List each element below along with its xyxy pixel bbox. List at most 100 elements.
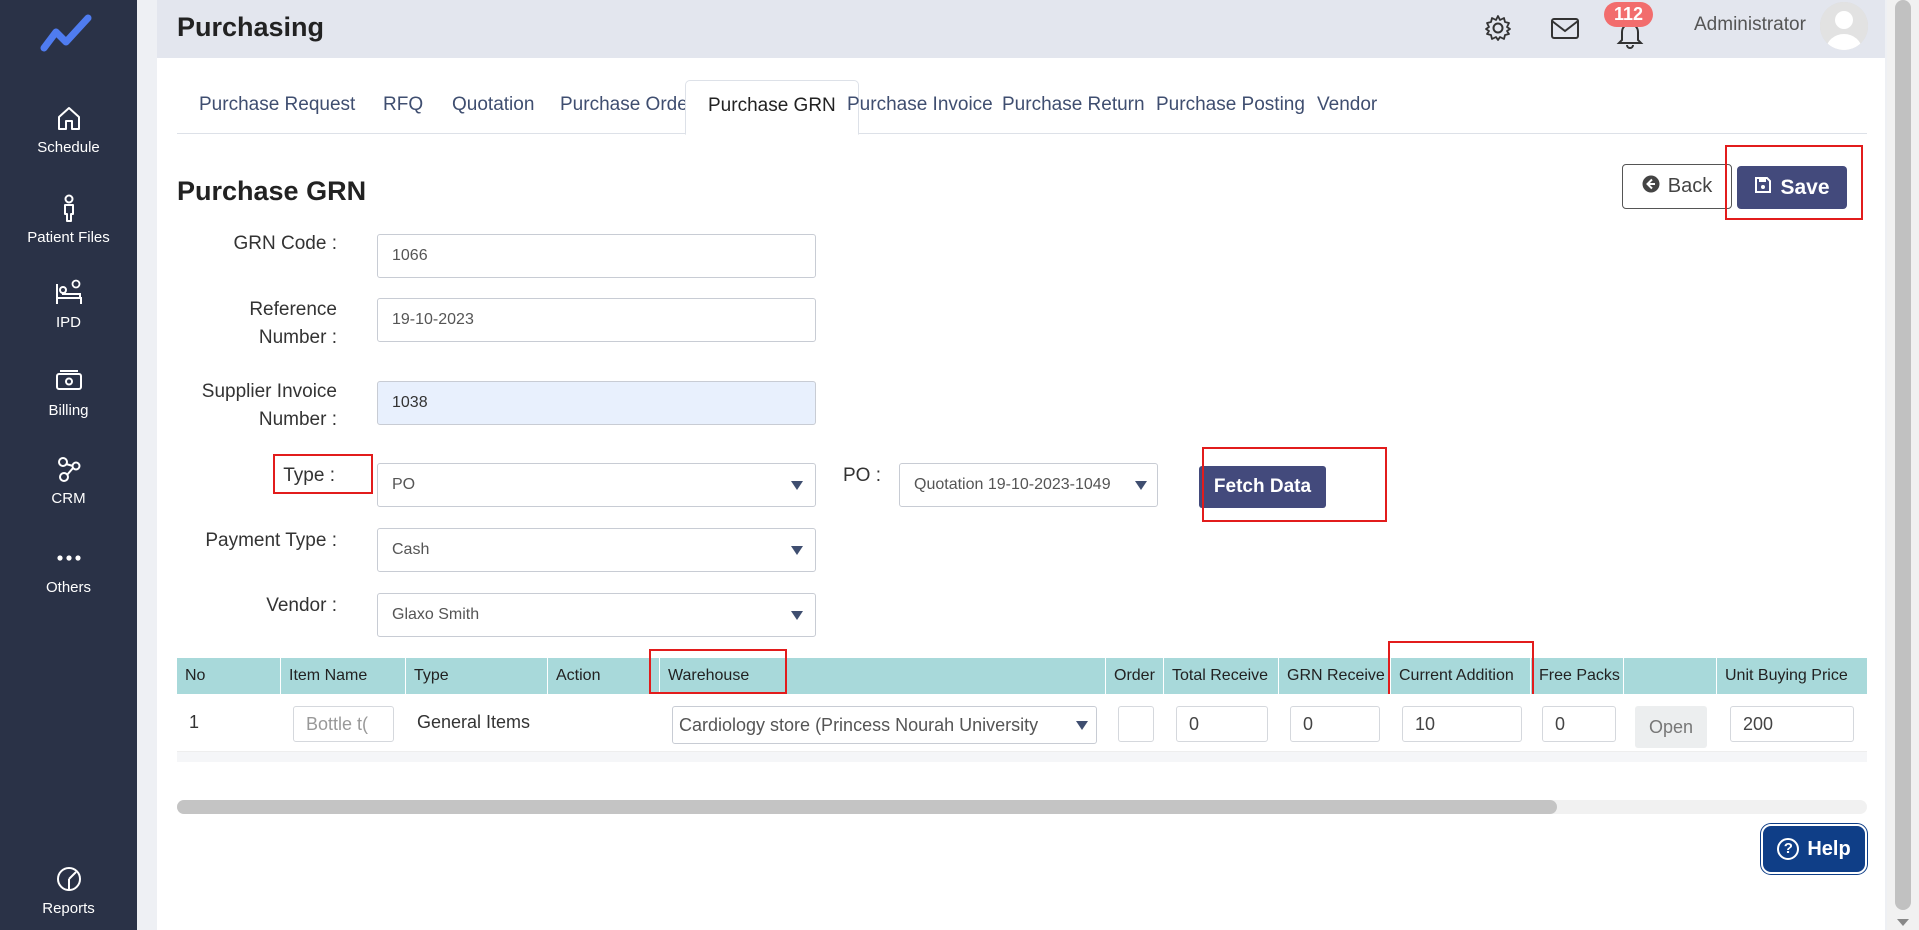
col-header-unit-buying-price: Unit Buying Price <box>1725 667 1848 684</box>
sidebar-item-label: IPD <box>55 314 81 331</box>
home-icon <box>54 103 84 133</box>
question-circle-icon: ? <box>1777 838 1800 860</box>
chevron-down-icon <box>791 546 803 555</box>
settings-gear-icon[interactable] <box>1482 12 1514 44</box>
sidebar-item-schedule[interactable]: Schedule <box>0 103 137 156</box>
back-label: Back <box>1667 175 1713 197</box>
col-header-blank <box>1624 658 1717 694</box>
vendor-label-wrap: Vendor : <box>177 592 337 622</box>
page-title: Purchasing <box>177 12 325 42</box>
arrow-left-circle-icon <box>1642 175 1660 199</box>
highlight-box-warehouse <box>649 649 787 694</box>
sidebar-item-billing[interactable]: Billing <box>0 366 137 419</box>
highlight-box-save <box>1725 145 1863 220</box>
scroll-down-arrow-icon[interactable] <box>1897 919 1909 926</box>
sidebar-item-label: Others <box>45 579 91 596</box>
reference-label-line1: Reference <box>249 299 337 320</box>
app-logo[interactable] <box>40 12 96 56</box>
chevron-down-icon <box>1135 481 1147 490</box>
sidebar-item-crm[interactable]: CRM <box>0 454 137 507</box>
sidebar-item-label: Billing <box>48 402 89 419</box>
po-select-value: Quotation 19-10-2023-1049 <box>914 476 1111 493</box>
scrollbar-thumb[interactable] <box>1895 0 1911 910</box>
chevron-down-icon <box>1076 721 1088 730</box>
col-header-total-receive: Total Receive <box>1164 658 1279 694</box>
help-label: Help <box>1807 837 1851 860</box>
warehouse-value: Cardiology store (Princess Nourah Univer… <box>679 715 1039 735</box>
open-button[interactable]: Open <box>1635 706 1707 748</box>
row-no: 1 <box>189 712 200 732</box>
unit-buying-price-field[interactable]: 200 <box>1730 706 1854 742</box>
order-field[interactable] <box>1118 706 1154 742</box>
highlight-box-type <box>273 454 373 494</box>
highlight-box-current-addition <box>1388 641 1534 699</box>
tab-purchase-request[interactable]: Purchase Request <box>177 80 377 134</box>
sidebar-item-label: CRM <box>51 490 86 507</box>
sidebar-item-ipd[interactable]: IPD <box>0 278 137 331</box>
vendor-select[interactable]: Glaxo Smith <box>377 593 816 637</box>
money-icon <box>54 366 84 396</box>
col-header-action: Action <box>548 658 660 694</box>
vendor-label: Vendor : <box>266 595 337 616</box>
help-button[interactable]: ? Help <box>1761 824 1867 874</box>
section-title: Purchase GRN <box>177 176 367 206</box>
item-name-field[interactable]: Bottle t( <box>293 706 394 742</box>
vendor-value: Glaxo Smith <box>392 606 480 623</box>
po-label: PO : <box>843 465 882 486</box>
top-header: Purchasing 112 Administrator <box>157 0 1885 58</box>
supplier-invoice-field[interactable]: 1038 <box>377 381 816 425</box>
tab-bar: Purchase Request RFQ Quotation Purchase … <box>177 80 1867 135</box>
grn-code-field[interactable]: 1066 <box>377 234 816 278</box>
payment-label-wrap: Payment Type : <box>177 527 337 557</box>
scrollbar-thumb[interactable] <box>177 800 1557 814</box>
sidebar-item-reports[interactable]: Reports <box>0 864 137 917</box>
person-icon <box>54 193 84 223</box>
table-row: 1 Bottle t( General Items Cardiology sto… <box>177 694 1867 752</box>
pie-chart-icon <box>54 864 84 894</box>
chevron-down-icon <box>791 611 803 620</box>
mail-icon[interactable] <box>1549 12 1581 44</box>
sidebar: Schedule Patient Files IPD Billing CRM O… <box>0 0 137 930</box>
reference-label-wrap: Reference Number : <box>177 296 337 356</box>
total-receive-field[interactable]: 0 <box>1176 706 1268 742</box>
supplier-label-wrap: Supplier Invoice Number : <box>177 378 337 438</box>
payment-type-label: Payment Type : <box>205 530 337 551</box>
payment-type-value: Cash <box>392 541 430 558</box>
avatar[interactable] <box>1820 2 1868 50</box>
table-footer <box>177 752 1867 762</box>
sidebar-item-patient-files[interactable]: Patient Files <box>0 193 137 246</box>
supplier-label-line1: Supplier Invoice <box>201 381 337 402</box>
sidebar-item-label: Reports <box>42 900 95 917</box>
col-header-order: Order <box>1106 658 1164 694</box>
sidebar-item-others[interactable]: Others <box>0 543 137 596</box>
highlight-box-fetch <box>1202 447 1387 522</box>
sidebar-item-label: Schedule <box>37 139 100 156</box>
tab-vendor[interactable]: Vendor <box>1295 80 1399 134</box>
horizontal-scrollbar[interactable] <box>177 800 1867 814</box>
col-header-no: No <box>177 658 281 694</box>
warehouse-select[interactable]: Cardiology store (Princess Nourah Univer… <box>672 706 1097 744</box>
grn-code-label-wrap: GRN Code : <box>177 230 337 260</box>
row-type: General Items <box>417 712 531 732</box>
user-name[interactable]: Administrator <box>1694 14 1806 36</box>
reference-number-field[interactable]: 19-10-2023 <box>377 298 816 342</box>
network-icon <box>54 454 84 484</box>
type-select[interactable]: PO <box>377 463 816 507</box>
col-header-grn-receive: GRN Receive <box>1279 658 1391 694</box>
payment-type-select[interactable]: Cash <box>377 528 816 572</box>
type-select-value: PO <box>392 476 416 493</box>
sidebar-item-label: Patient Files <box>27 229 110 246</box>
free-packs-field[interactable]: 0 <box>1542 706 1616 742</box>
reference-label-line2: Number : <box>258 327 337 348</box>
col-header-type: Type <box>406 658 548 694</box>
more-icon <box>54 543 84 573</box>
back-button[interactable]: Back <box>1622 164 1732 209</box>
vertical-scrollbar[interactable] <box>1887 0 1919 930</box>
chevron-down-icon <box>791 481 803 490</box>
col-header-item-name: Item Name <box>281 658 406 694</box>
po-select[interactable]: Quotation 19-10-2023-1049 <box>899 463 1158 507</box>
bed-icon <box>54 278 84 308</box>
supplier-label-line2: Number : <box>258 409 337 430</box>
grn-receive-field[interactable]: 0 <box>1290 706 1380 742</box>
current-addition-field[interactable]: 10 <box>1402 706 1522 742</box>
